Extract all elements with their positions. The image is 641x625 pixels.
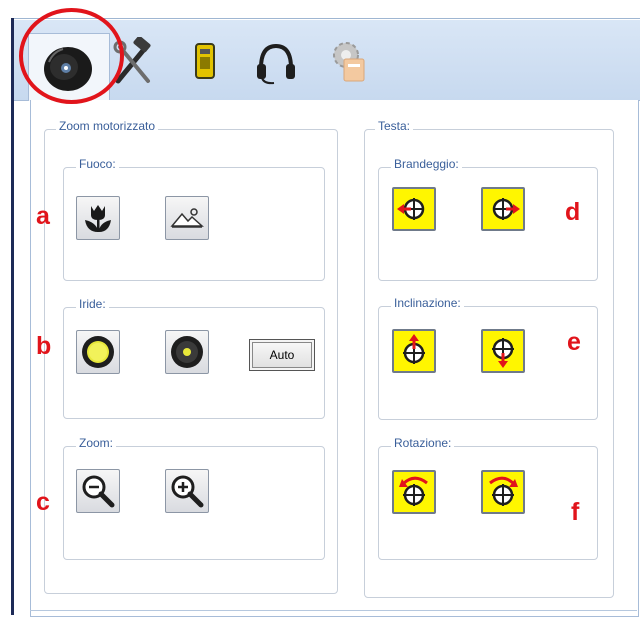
iris-auto-button[interactable]: Auto	[249, 339, 315, 371]
settings-icon[interactable]	[326, 37, 370, 89]
zoom-out-icon	[81, 474, 115, 508]
zoom-in-button[interactable]	[165, 469, 209, 513]
tilt-up-icon	[397, 334, 431, 368]
rotate-left-icon	[397, 475, 431, 509]
pan-left-icon	[397, 192, 431, 226]
rotate-right-icon	[486, 475, 520, 509]
zoom-subgroup-title: Zoom:	[76, 436, 117, 450]
rotation-group-title: Rotazione:	[391, 436, 455, 450]
iris-group-title: Iride:	[76, 297, 109, 311]
focus-near-button[interactable]	[76, 196, 120, 240]
callout-f: f	[571, 498, 580, 526]
panel-bottom-line	[30, 610, 637, 611]
rotate-left-button[interactable]	[392, 470, 436, 514]
mountain-icon	[170, 206, 204, 230]
callout-b: b	[36, 332, 52, 360]
flower-icon	[83, 202, 113, 234]
zoom-in-icon	[170, 474, 204, 508]
headset-icon[interactable]	[254, 42, 298, 90]
pan-right-button[interactable]	[481, 187, 525, 231]
focus-group-title: Fuoco:	[76, 157, 119, 171]
tilt-down-button[interactable]	[481, 329, 525, 373]
iris-open-icon	[81, 335, 115, 369]
focus-far-button[interactable]	[165, 196, 209, 240]
pan-right-icon	[486, 192, 520, 226]
highlight-circle	[19, 8, 124, 104]
zoom-out-button[interactable]	[76, 469, 120, 513]
tilt-up-button[interactable]	[392, 329, 436, 373]
callout-a: a	[36, 202, 50, 230]
pan-left-button[interactable]	[392, 187, 436, 231]
iris-close-button[interactable]	[165, 330, 209, 374]
callout-d: d	[565, 198, 581, 226]
callout-c: c	[36, 488, 50, 516]
callout-e: e	[567, 328, 581, 356]
battery-icon[interactable]	[193, 41, 217, 85]
zoom-group-title: Zoom motorizzato	[56, 119, 159, 133]
iris-open-button[interactable]	[76, 330, 120, 374]
pan-group-title: Brandeggio:	[391, 157, 462, 171]
iris-closed-icon	[170, 335, 204, 369]
rotate-right-button[interactable]	[481, 470, 525, 514]
tilt-group-title: Inclinazione:	[391, 296, 464, 310]
head-group-title: Testa:	[375, 119, 414, 133]
tilt-down-icon	[486, 334, 520, 368]
